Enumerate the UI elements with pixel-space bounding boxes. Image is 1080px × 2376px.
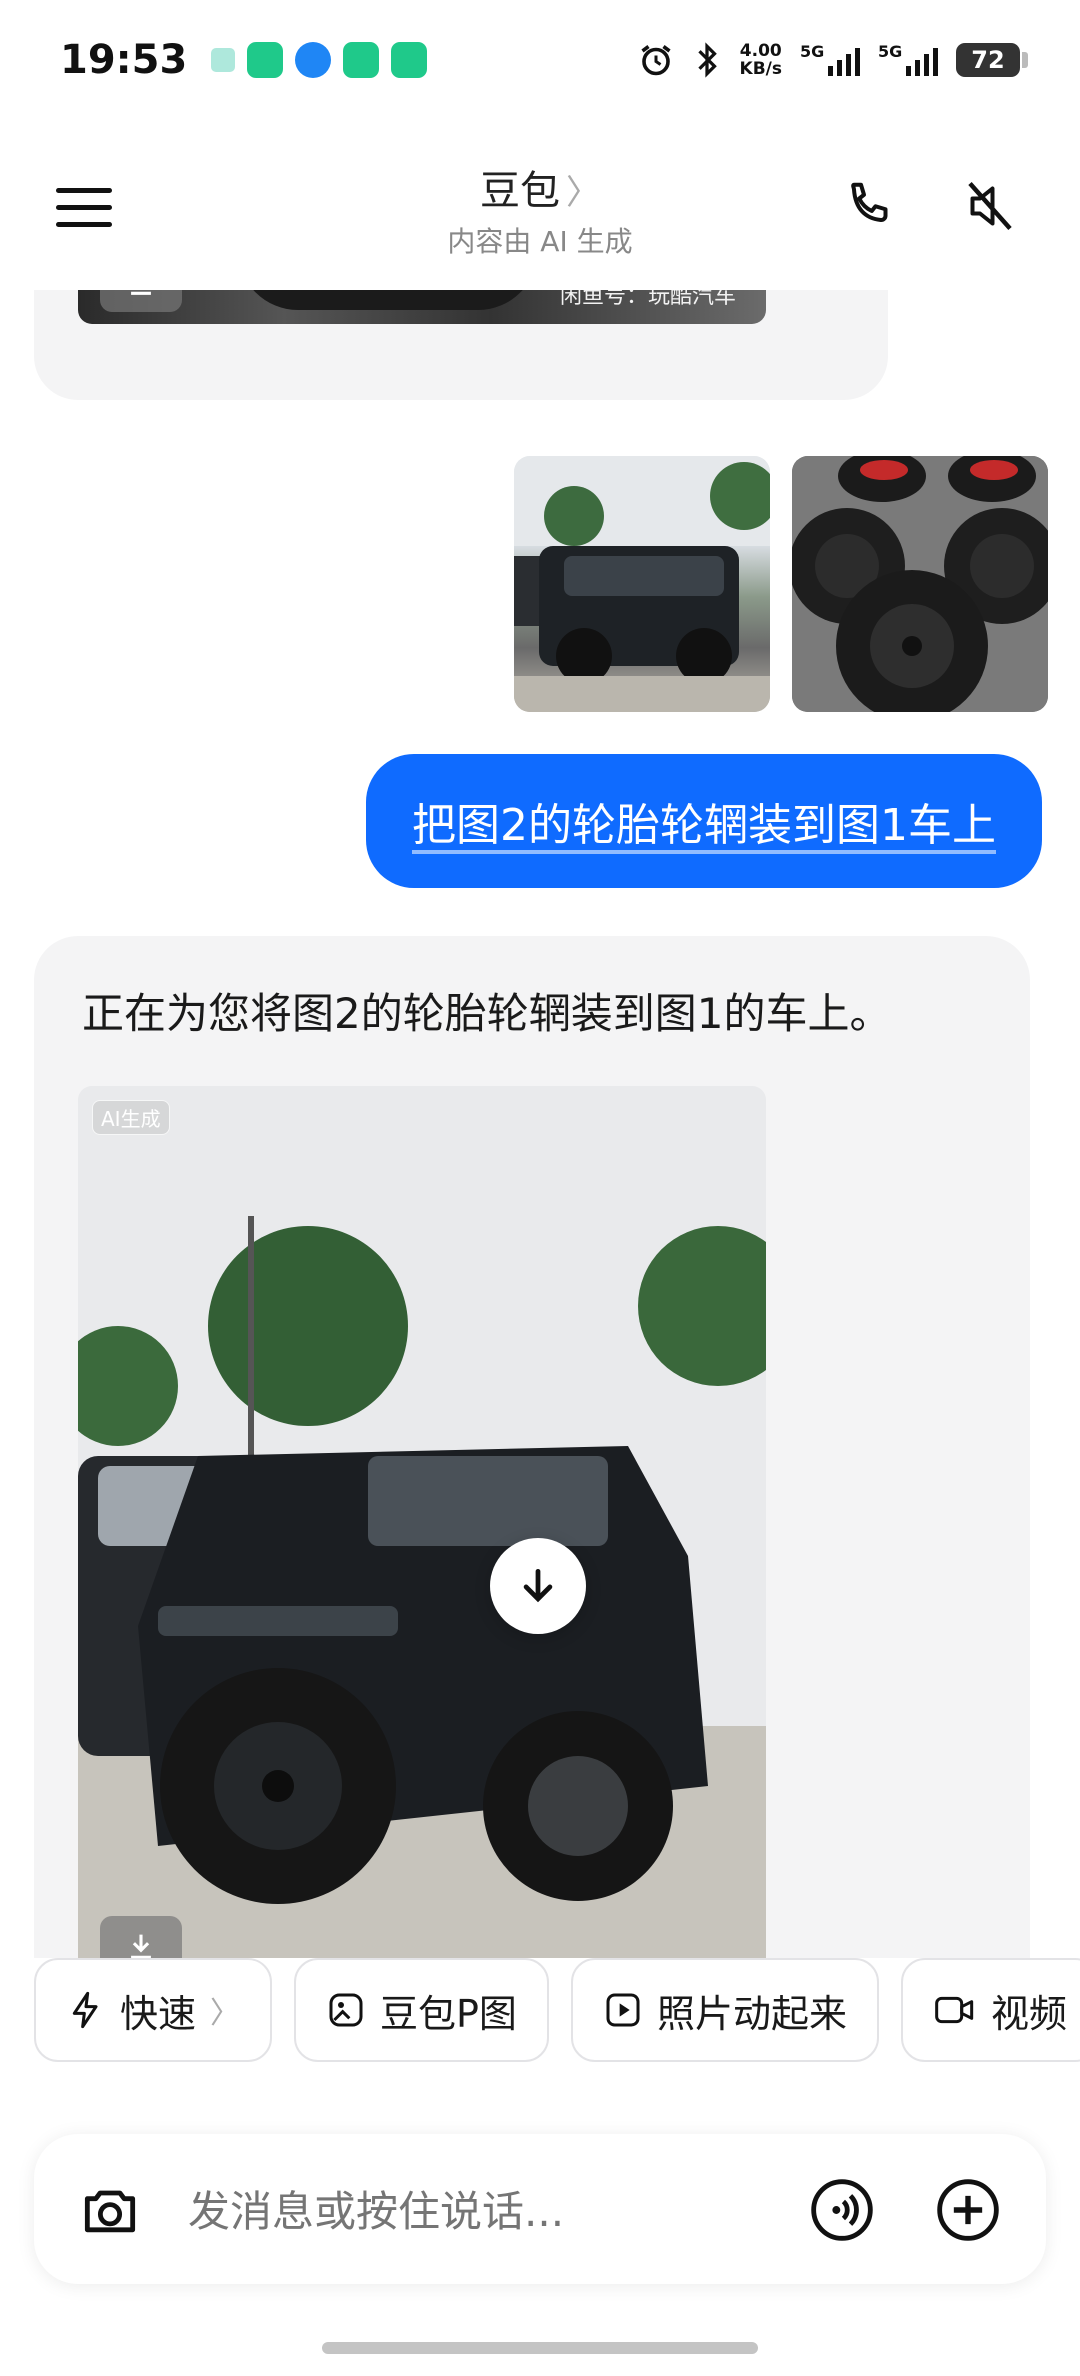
- wechat-icon: [247, 42, 284, 78]
- camera-icon: [84, 2190, 136, 2233]
- user-message-bubble[interactable]: 把图2的轮胎轮辋装到图1车上: [366, 754, 1042, 888]
- user-message-text: 把图2的轮胎轮辋装到图1车上: [412, 800, 996, 851]
- speaker-muted-icon: [968, 182, 1012, 230]
- scroll-to-bottom-button[interactable]: [490, 1538, 586, 1634]
- download-image-button[interactable]: [100, 1916, 182, 1958]
- chat-title[interactable]: 豆包〉: [0, 158, 1080, 216]
- image-watermark: 闲鱼号：玩酷汽车: [559, 290, 736, 309]
- image-edit-button[interactable]: 豆包P图: [294, 1958, 549, 2062]
- message-input[interactable]: [186, 2186, 786, 2237]
- signal-strength-1: 5G: [800, 42, 860, 76]
- video-camera-icon: [935, 1996, 974, 2024]
- download-icon: [131, 291, 151, 295]
- video-button[interactable]: 视频: [900, 1958, 1080, 2062]
- quick-mode-button[interactable]: 快速 〉: [34, 1958, 273, 2062]
- chat-area[interactable]: 闲鱼号：玩酷汽车 把图2的轮胎轮辋装到图1车上 正在为您将图2的轮胎轮辋装到图1…: [0, 290, 1080, 1958]
- chevron-right-icon: 〉: [566, 173, 600, 213]
- user-photos: [514, 456, 1048, 712]
- lightning-icon: [72, 1991, 98, 2029]
- camera-button[interactable]: [76, 2176, 144, 2244]
- animate-photo-button[interactable]: 照片动起来: [570, 1958, 879, 2062]
- download-icon: [131, 1934, 151, 1958]
- message-input-bar: [34, 2134, 1046, 2284]
- call-button[interactable]: [838, 176, 898, 236]
- voice-call-button[interactable]: [808, 2176, 876, 2244]
- user-photo-car[interactable]: [514, 456, 770, 712]
- arrow-down-icon: [523, 1568, 553, 1603]
- user-photo-tires[interactable]: [792, 456, 1048, 712]
- download-button[interactable]: [100, 290, 182, 312]
- chevron-right-icon: 〉: [210, 1996, 241, 2031]
- message-app-icon: [295, 42, 332, 78]
- phone-icon: [851, 182, 888, 223]
- image-edit-icon: [329, 1993, 363, 2027]
- previous-bot-bubble: 闲鱼号：玩酷汽车: [34, 290, 888, 400]
- add-attachment-button[interactable]: [934, 2176, 1002, 2244]
- ai-generated-tag: AI生成: [92, 1100, 170, 1135]
- bluetooth-icon: [697, 42, 717, 78]
- app-notification-icon: [211, 48, 236, 72]
- home-indicator[interactable]: [322, 2342, 758, 2354]
- app-notification-icon: [343, 42, 380, 78]
- bot-message-bubble: 正在为您将图2的轮胎轮辋装到图1的车上。 AI生成: [34, 936, 1030, 1958]
- previous-image[interactable]: 闲鱼号：玩酷汽车: [78, 290, 766, 324]
- quick-actions-bar: 快速 〉 豆包P图 照片动起来 视频: [0, 1958, 1080, 2088]
- status-bar: 19:53 4.00 KB/s 5G 5G 72: [0, 0, 1080, 120]
- status-time: 19:53: [60, 37, 188, 83]
- notification-icons: [211, 42, 428, 78]
- generated-image[interactable]: AI生成: [78, 1086, 766, 1958]
- network-speed: 4.00 KB/s: [739, 41, 782, 79]
- phone-app-icon: [391, 42, 428, 78]
- ai-disclaimer: 内容由 AI 生成: [447, 225, 633, 258]
- plus-icon: [937, 2179, 999, 2241]
- bot-message-text: 正在为您将图2的轮胎轮辋装到图1的车上。: [82, 989, 892, 1038]
- mute-button[interactable]: [960, 176, 1020, 236]
- chat-header: 豆包〉 内容由 AI 生成: [0, 120, 1080, 290]
- alarm-icon: [640, 45, 671, 76]
- voice-wave-icon: [811, 2179, 873, 2241]
- play-icon: [606, 1993, 640, 2027]
- signal-strength-2: 5G: [878, 42, 938, 76]
- battery-indicator: 72: [956, 43, 1028, 77]
